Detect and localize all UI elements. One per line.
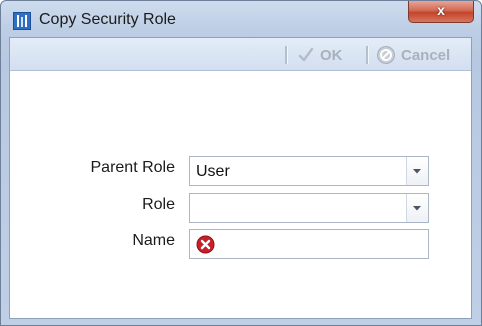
name-input[interactable] — [189, 229, 429, 259]
dialog-window: Copy Security Role x OK Cancel Parent Ro… — [0, 0, 482, 326]
toolbar-separator — [285, 46, 288, 64]
toolbar-separator — [366, 46, 369, 64]
window-title: Copy Security Role — [39, 11, 176, 28]
cancel-label: Cancel — [401, 46, 451, 64]
ok-label: OK — [320, 46, 343, 64]
role-dropdown-button[interactable] — [406, 194, 428, 222]
checkmark-icon — [298, 47, 314, 62]
role-dropdown[interactable] — [189, 193, 429, 223]
close-icon: x — [437, 2, 445, 18]
error-icon — [196, 235, 215, 254]
parent-role-dropdown-button[interactable] — [406, 157, 428, 185]
role-label: Role — [142, 196, 175, 213]
cancel-button[interactable]: Cancel — [376, 44, 450, 66]
cancel-icon — [377, 46, 395, 64]
close-button[interactable]: x — [408, 1, 474, 23]
parent-role-value: User — [196, 163, 230, 180]
app-logo-icon — [13, 12, 31, 30]
title-bar[interactable]: Copy Security Role x — [1, 1, 481, 37]
toolbar: OK Cancel — [10, 38, 471, 71]
name-label: Name — [132, 232, 175, 249]
chevron-down-icon — [413, 169, 421, 174]
dialog-body: OK Cancel Parent Role User Role Name — [9, 37, 472, 319]
parent-role-dropdown[interactable]: User — [189, 156, 429, 186]
chevron-down-icon — [413, 206, 421, 211]
role-form: Parent Role User Role Name — [10, 70, 471, 318]
parent-role-label: Parent Role — [90, 159, 176, 176]
ok-button[interactable]: OK — [297, 44, 343, 66]
